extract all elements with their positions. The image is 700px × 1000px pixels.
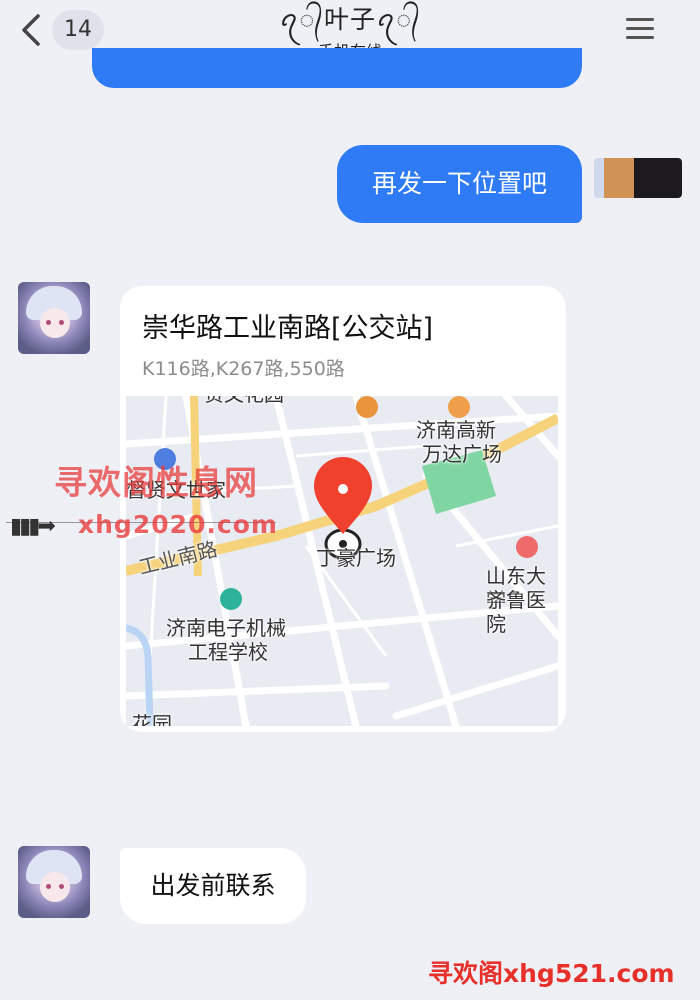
incoming-message-bubble[interactable]: 出发前联系 xyxy=(120,848,306,924)
watermark-footer: 寻欢阁xhg521.com xyxy=(428,959,675,988)
hospital-poi-icon xyxy=(516,536,538,558)
location-message-card[interactable]: 崇华路工业南路[公交站] K116路,K267路,550路 济南高新 万达广场 … xyxy=(120,286,566,732)
museum-poi-icon xyxy=(356,396,378,418)
contact-avatar[interactable] xyxy=(18,846,90,918)
location-subtitle: K116路,K267路,550路 xyxy=(142,358,345,380)
my-avatar[interactable] xyxy=(594,158,682,198)
unread-count-badge[interactable]: 14 xyxy=(52,10,104,50)
shopping-poi-icon xyxy=(448,396,470,418)
arrow-right-icon: ▮▮▮➡ xyxy=(10,514,56,539)
outgoing-message-bubble[interactable]: 再发一下位置吧 xyxy=(337,145,582,223)
chevron-left-icon xyxy=(22,14,40,46)
map-label-wanda-2: 万达广场 xyxy=(422,442,502,466)
location-map[interactable]: 贤文花园 济南高新 万达广场 督贤文世家 工业南路 丁豪广场 山东大学 齐鲁医院… xyxy=(126,396,558,726)
previous-message-bubble[interactable] xyxy=(92,48,582,88)
map-label-school-1: 济南电子机械 xyxy=(166,616,286,640)
school-poi-icon xyxy=(220,588,242,610)
menu-button[interactable] xyxy=(620,12,660,46)
hamburger-menu-icon xyxy=(620,18,660,39)
map-label-top-poi: 贤文花园 xyxy=(204,396,284,406)
map-label-bottom-poi: 花园 xyxy=(132,712,172,726)
contact-name: ꪖ᭄叶子ꪖ᭄ xyxy=(279,5,421,34)
back-button[interactable] xyxy=(14,10,50,50)
contact-avatar[interactable] xyxy=(18,282,90,354)
map-label-wanda-1: 济南高新 xyxy=(416,418,496,442)
map-label-dingxiang: 丁豪广场 xyxy=(316,546,396,570)
map-label-shandong-2: 齐鲁医院 xyxy=(486,588,546,636)
location-title: 崇华路工业南路[公交站] xyxy=(142,313,434,344)
watermark-site-url: xhg2020.com xyxy=(78,510,278,539)
map-label-school-2: 工程学校 xyxy=(188,640,268,664)
watermark-site-name: 寻欢阁性息网 xyxy=(54,463,258,502)
